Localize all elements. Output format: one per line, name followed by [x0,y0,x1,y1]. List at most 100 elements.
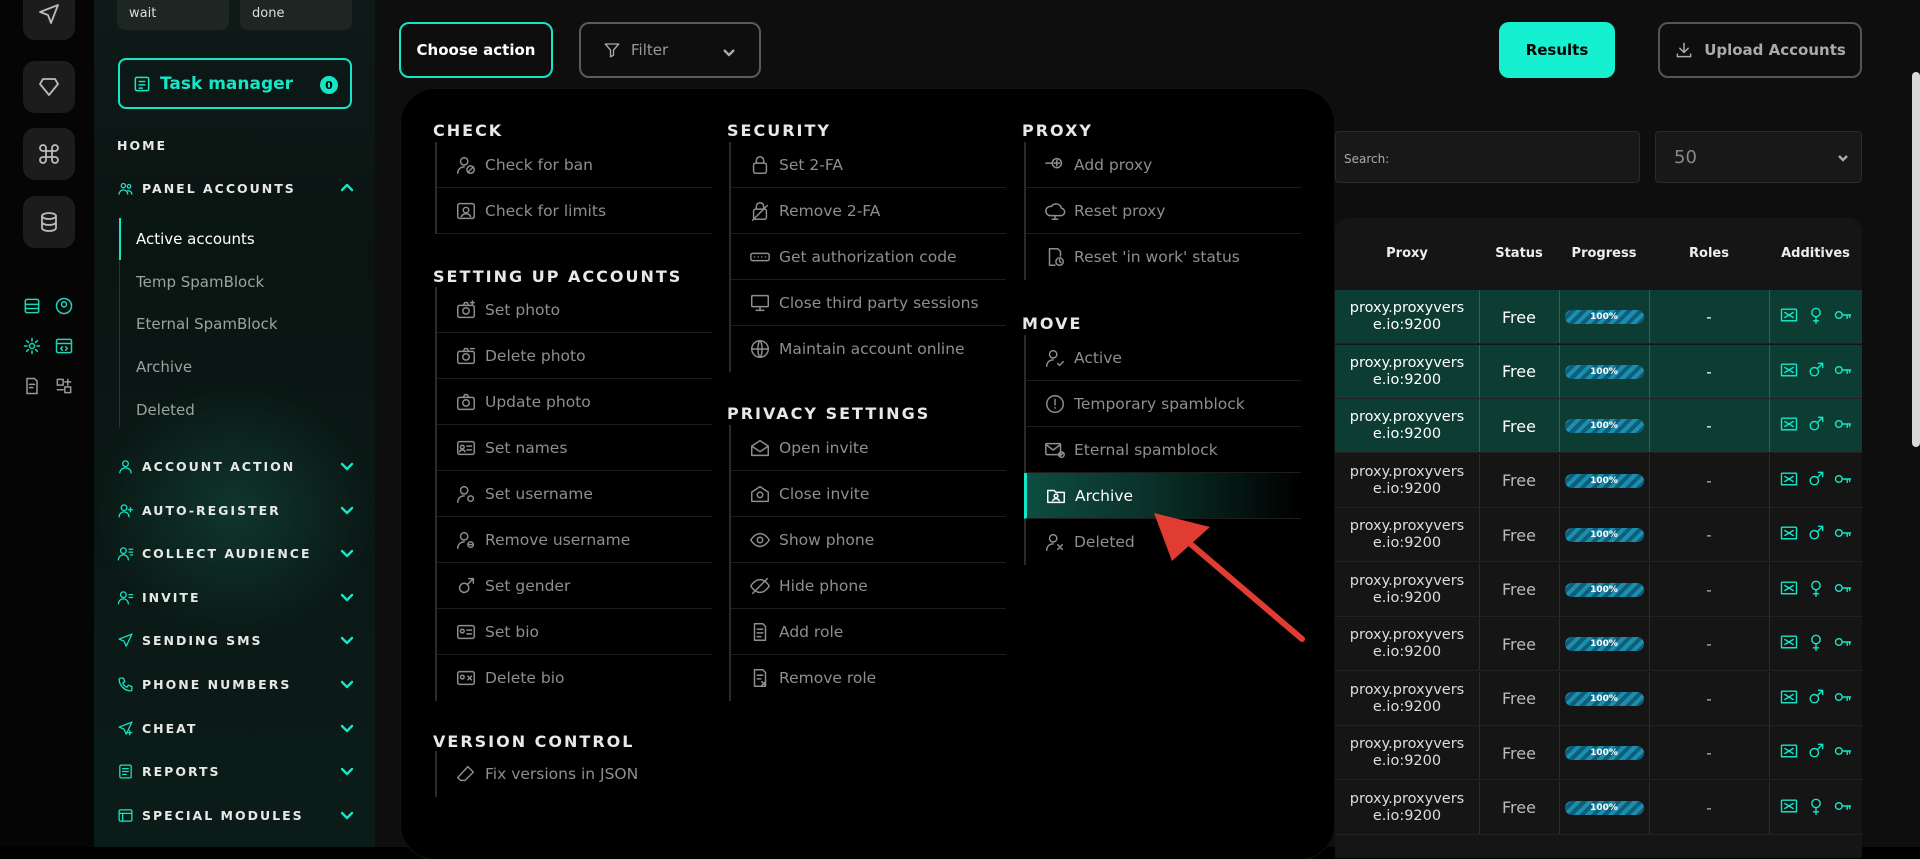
male-icon[interactable] [1806,360,1826,384]
command-icon[interactable] [23,128,75,180]
set-names-item[interactable]: Set names [437,425,712,471]
results-button[interactable]: Results [1499,22,1615,78]
code-window-icon[interactable] [52,334,76,358]
female-icon[interactable] [1806,796,1826,820]
delete-bio-item[interactable]: Delete bio [437,655,712,701]
key-icon[interactable] [1833,632,1853,656]
close-third-party-item[interactable]: Close third party sessions [731,280,1006,326]
col-additives[interactable]: Additives [1769,246,1862,261]
sidebar-item-eternal-spamblock[interactable]: Eternal SpamBlock [136,315,278,333]
female-icon[interactable] [1806,305,1826,329]
no-tags-icon[interactable] [1779,414,1799,438]
cheat-section[interactable]: CHEAT [117,717,355,739]
no-tags-icon[interactable] [1779,632,1799,656]
move-temp-spamblock-item[interactable]: Temporary spamblock [1026,381,1301,427]
document-check-icon[interactable] [20,374,44,398]
add-role-item[interactable]: Add role [731,609,1006,655]
close-invite-item[interactable]: Close invite [731,471,1006,517]
no-tags-icon[interactable] [1779,796,1799,820]
table-row[interactable]: proxy.proxyvers e.io:9200 Free 100% - [1335,780,1862,835]
col-progress[interactable]: Progress [1559,246,1649,261]
key-icon[interactable] [1833,305,1853,329]
check-for-ban-item[interactable]: Check for ban [437,142,712,188]
user-pin-icon[interactable] [52,294,76,318]
remove-2fa-item[interactable]: Remove 2-FA [731,188,1006,234]
female-icon[interactable] [1806,632,1826,656]
phone-numbers-section[interactable]: PHONE NUMBERS [117,673,355,695]
set-2fa-item[interactable]: Set 2-FA [731,142,1006,188]
male-icon[interactable] [1806,687,1826,711]
send-icon[interactable] [23,0,75,40]
add-proxy-item[interactable]: Add proxy [1026,142,1301,188]
hide-phone-item[interactable]: Hide phone [731,563,1006,609]
get-auth-code-item[interactable]: Get authorization code [731,234,1006,280]
table-row[interactable]: proxy.proxyvers e.io:9200 Free 100% - [1335,508,1862,562]
move-active-item[interactable]: Active [1026,335,1301,381]
remove-role-item[interactable]: Remove role [731,655,1006,701]
choose-action-button[interactable]: Choose action [399,22,553,78]
no-tags-icon[interactable] [1779,305,1799,329]
male-icon[interactable] [1806,741,1826,765]
remove-username-item[interactable]: Remove username [437,517,712,563]
reports-section[interactable]: REPORTS [117,760,355,782]
fix-versions-item[interactable]: Fix versions in JSON [437,751,712,797]
no-tags-icon[interactable] [1779,687,1799,711]
reset-in-work-item[interactable]: Reset 'in work' status [1026,234,1301,280]
widgets-icon[interactable] [52,374,76,398]
female-icon[interactable] [1806,578,1826,602]
no-tags-icon[interactable] [1779,360,1799,384]
special-modules-section[interactable]: SPECIAL MODULES [117,804,355,826]
col-proxy[interactable]: Proxy [1335,246,1479,261]
server-list-icon[interactable] [20,294,44,318]
col-status[interactable]: Status [1479,246,1559,261]
maintain-online-item[interactable]: Maintain account online [731,326,1006,372]
key-icon[interactable] [1833,578,1853,602]
table-row[interactable]: proxy.proxyvers e.io:9200 Free 100% - [1335,726,1862,780]
key-icon[interactable] [1833,741,1853,765]
reset-proxy-item[interactable]: Reset proxy [1026,188,1301,234]
auto-register-section[interactable]: AUTO-REGISTER [117,499,355,521]
no-tags-icon[interactable] [1779,741,1799,765]
set-photo-item[interactable]: Set photo [437,287,712,333]
invite-section[interactable]: INVITE [117,586,355,608]
sending-sms-section[interactable]: SENDING SMS [117,629,355,651]
key-icon[interactable] [1833,687,1853,711]
male-icon[interactable] [1806,414,1826,438]
search-input[interactable]: Search: [1335,131,1640,183]
settings-icon[interactable] [20,334,44,358]
set-gender-item[interactable]: Set gender [437,563,712,609]
task-manager-button[interactable]: Task manager 0 [118,58,352,109]
move-eternal-spamblock-item[interactable]: Eternal spamblock [1026,427,1301,473]
check-for-limits-item[interactable]: Check for limits [437,188,712,234]
no-tags-icon[interactable] [1779,578,1799,602]
key-icon[interactable] [1833,796,1853,820]
update-photo-item[interactable]: Update photo [437,379,712,425]
key-icon[interactable] [1833,360,1853,384]
col-roles[interactable]: Roles [1649,246,1769,261]
table-row[interactable]: proxy.proxyvers e.io:9200 Free 100% - [1335,344,1862,399]
table-row[interactable]: proxy.proxyvers e.io:9200 Free 100% - [1335,399,1862,453]
diamond-icon[interactable] [23,61,75,113]
per-page-select[interactable]: 50 [1655,131,1862,183]
collect-audience-section[interactable]: COLLECT AUDIENCE [117,542,355,564]
upload-accounts-button[interactable]: Upload Accounts [1658,22,1862,78]
account-action-section[interactable]: ACCOUNT ACTION [117,455,355,477]
table-row[interactable]: proxy.proxyvers e.io:9200 Free 100% - [1335,453,1862,508]
table-row[interactable]: proxy.proxyvers e.io:9200 Free 100% - [1335,617,1862,671]
panel-accounts-section[interactable]: PANEL ACCOUNTS [117,177,355,199]
filter-dropdown[interactable]: Filter [579,22,761,78]
key-icon[interactable] [1833,523,1853,547]
table-row[interactable]: proxy.proxyvers e.io:9200 Free 100% - [1335,671,1862,726]
show-phone-item[interactable]: Show phone [731,517,1006,563]
home-link[interactable]: HOME [117,138,167,153]
sidebar-item-temp-spamblock[interactable]: Temp SpamBlock [136,273,264,291]
no-tags-icon[interactable] [1779,523,1799,547]
key-icon[interactable] [1833,469,1853,493]
male-icon[interactable] [1806,469,1826,493]
table-row[interactable]: proxy.proxyvers e.io:9200 Free 100% - [1335,562,1862,617]
set-username-item[interactable]: Set username [437,471,712,517]
no-tags-icon[interactable] [1779,469,1799,493]
set-bio-item[interactable]: Set bio [437,609,712,655]
key-icon[interactable] [1833,414,1853,438]
sidebar-item-archive[interactable]: Archive [136,358,192,376]
